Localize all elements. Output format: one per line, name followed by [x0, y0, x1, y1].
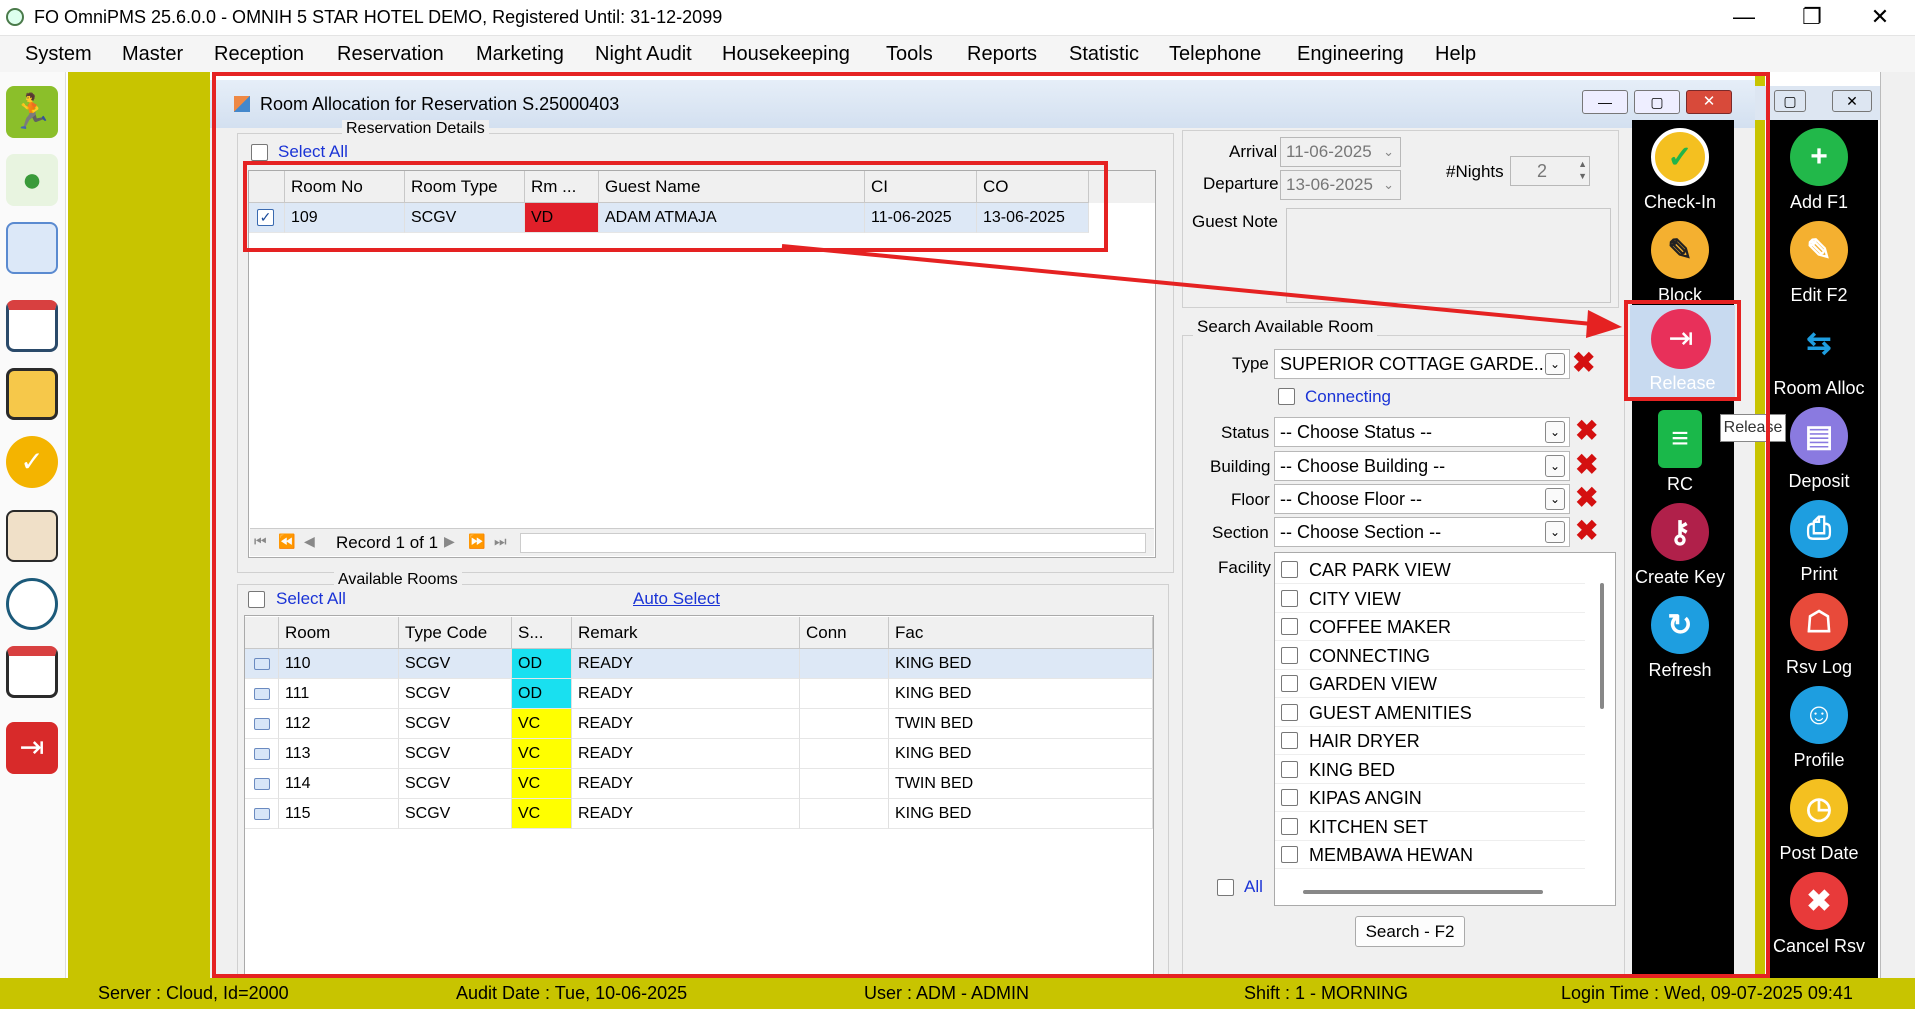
annotation-arrow: [781, 244, 1622, 338]
status-bar: Server : Cloud, Id=2000 Audit Date : Tue…: [0, 978, 1915, 1009]
status-server: Server : Cloud, Id=2000: [98, 983, 289, 1003]
status-audit-date: Audit Date : Tue, 10-06-2025: [456, 983, 688, 1003]
status-shift: Shift : 1 - MORNING: [1244, 983, 1409, 1003]
status-user: User : ADM - ADMIN: [864, 983, 1030, 1003]
status-login-time: Login Time : Wed, 09-07-2025 09:41: [1561, 983, 1853, 1003]
